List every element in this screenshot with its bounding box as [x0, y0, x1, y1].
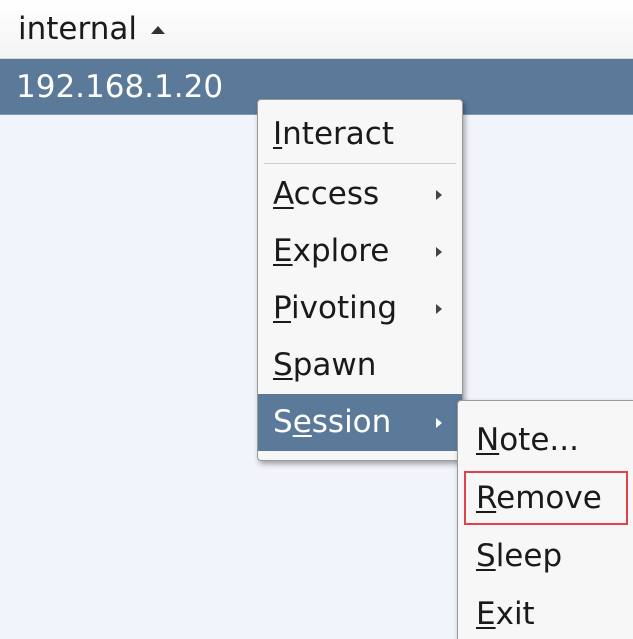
submenu-item-remove[interactable]: Remove	[458, 469, 633, 527]
menu-item-spawn[interactable]: Spawn	[258, 337, 462, 394]
menu-item-pivoting[interactable]: Pivoting	[258, 280, 462, 337]
sort-ascending-icon	[150, 26, 165, 34]
menu-item-explore[interactable]: Explore	[258, 223, 462, 280]
submenu-arrow-icon	[436, 246, 442, 257]
submenu-arrow-icon	[436, 303, 442, 314]
submenu-arrow-icon	[436, 417, 442, 428]
menu-separator	[264, 163, 456, 164]
highlight-frame	[464, 471, 628, 525]
row-host-address: 192.168.1.20	[16, 68, 224, 105]
session-submenu: Note... Remove Sleep Exit	[457, 400, 633, 639]
menu-item-access[interactable]: Access	[258, 166, 462, 223]
column-header-label: internal	[18, 10, 137, 47]
menu-item-session[interactable]: Session	[258, 394, 462, 451]
submenu-arrow-icon	[436, 189, 442, 200]
submenu-item-sleep[interactable]: Sleep	[458, 527, 633, 585]
submenu-item-exit[interactable]: Exit	[458, 585, 633, 639]
menu-item-interact[interactable]: Interact	[258, 106, 462, 163]
column-header-internal[interactable]: internal	[0, 0, 633, 59]
session-table: internal 192.168.1.20 Interact Access Ex…	[0, 0, 633, 639]
submenu-item-note[interactable]: Note...	[458, 411, 633, 469]
context-menu: Interact Access Explore Pivoting Spawn S…	[257, 99, 463, 461]
